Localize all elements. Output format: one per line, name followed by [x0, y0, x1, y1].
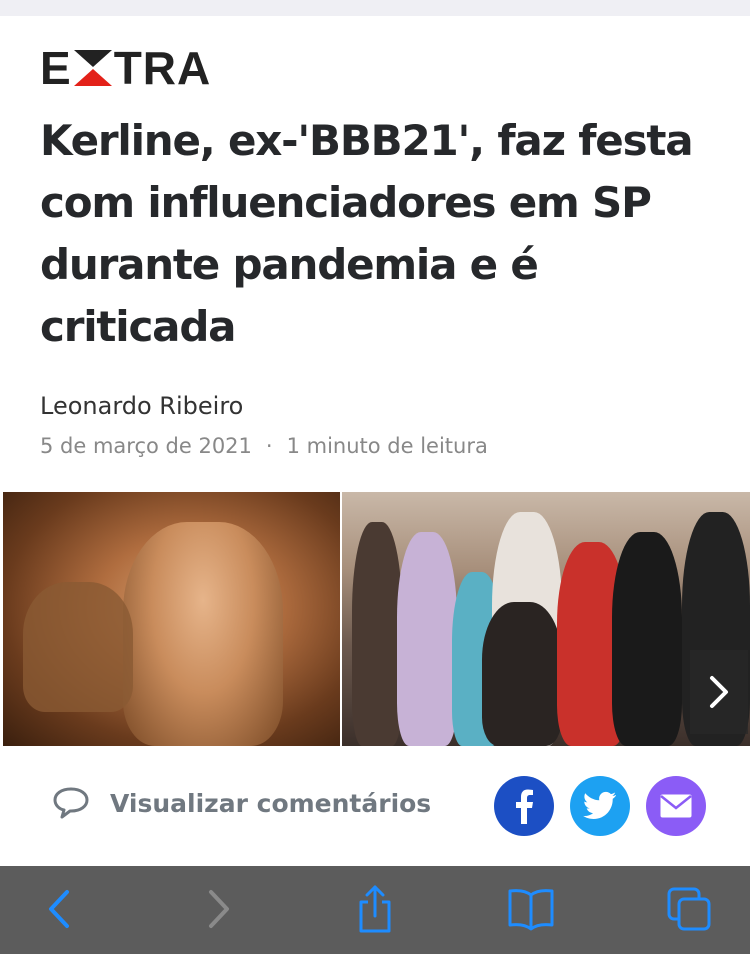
logo-text-left: E [40, 42, 72, 94]
portrait-background-object [23, 582, 133, 712]
share-facebook-button[interactable] [494, 776, 554, 836]
gallery-photo-portrait [3, 492, 340, 746]
article-date: 5 de março de 2021 [40, 434, 252, 458]
article-meta: 5 de março de 2021 · 1 minuto de leitura [40, 434, 488, 458]
group-person [352, 522, 402, 746]
share-email-button[interactable] [646, 776, 706, 836]
meta-separator: · [265, 434, 273, 458]
comments-label: Visualizar comentários [110, 788, 432, 818]
mail-icon [660, 794, 692, 818]
article-author[interactable]: Leonardo Ribeiro [40, 392, 243, 420]
browser-forward-button[interactable] [194, 884, 244, 934]
forward-icon [209, 890, 229, 928]
tabs-icon [667, 887, 711, 931]
browser-share-button[interactable] [350, 884, 400, 934]
browser-back-button[interactable] [34, 884, 84, 934]
status-strip [0, 0, 750, 16]
gallery-photo-group [342, 492, 750, 746]
share-icon [359, 885, 391, 933]
group-person [397, 532, 457, 746]
group-person [482, 602, 562, 746]
facebook-icon [516, 789, 533, 824]
photo-gallery[interactable] [0, 492, 750, 746]
twitter-icon [583, 791, 616, 819]
browser-tabs-button[interactable] [664, 884, 714, 934]
browser-bookmarks-button[interactable] [506, 884, 556, 934]
portrait-figure [123, 522, 283, 746]
site-logo[interactable]: E TRA [40, 42, 212, 94]
article-headline: Kerline, ex-'BBB21', faz festa com influ… [40, 116, 694, 351]
browser-toolbar [0, 866, 750, 954]
chevron-right-icon [710, 676, 728, 708]
view-comments-link[interactable]: Visualizar comentários [52, 786, 431, 820]
speech-bubble-icon [53, 787, 89, 819]
logo-text-right: TRA [113, 42, 212, 94]
share-twitter-button[interactable] [570, 776, 630, 836]
back-icon [49, 890, 69, 928]
group-person [612, 532, 682, 746]
reading-time: 1 minuto de leitura [286, 434, 488, 458]
logo-x-mark [73, 50, 112, 86]
gallery-next-button[interactable] [690, 650, 748, 734]
bookmarks-icon [508, 889, 554, 931]
